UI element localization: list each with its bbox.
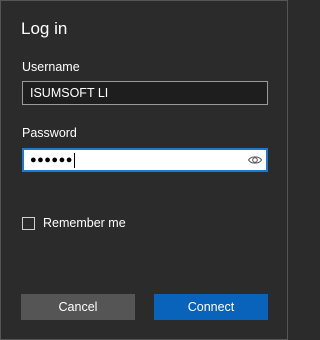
eye-icon[interactable] bbox=[247, 153, 263, 167]
password-field[interactable]: ●●●●●● bbox=[22, 148, 268, 172]
remember-me-row[interactable]: Remember me bbox=[22, 216, 126, 230]
connect-button[interactable]: Connect bbox=[154, 294, 268, 320]
login-dialog: Log in Username ISUMSOFT LI Password ●●●… bbox=[0, 0, 288, 340]
password-label: Password bbox=[22, 126, 77, 140]
dialog-title: Log in bbox=[21, 19, 68, 38]
cancel-button[interactable]: Cancel bbox=[21, 294, 135, 320]
remember-me-checkbox[interactable] bbox=[22, 216, 35, 230]
username-value: ISUMSOFT LI bbox=[30, 86, 109, 100]
username-field[interactable]: ISUMSOFT LI bbox=[22, 81, 268, 105]
username-label: Username bbox=[22, 60, 80, 74]
text-cursor bbox=[73, 152, 75, 168]
password-masked-value: ●●●●●● bbox=[30, 154, 73, 166]
remember-me-label[interactable]: Remember me bbox=[43, 216, 126, 230]
